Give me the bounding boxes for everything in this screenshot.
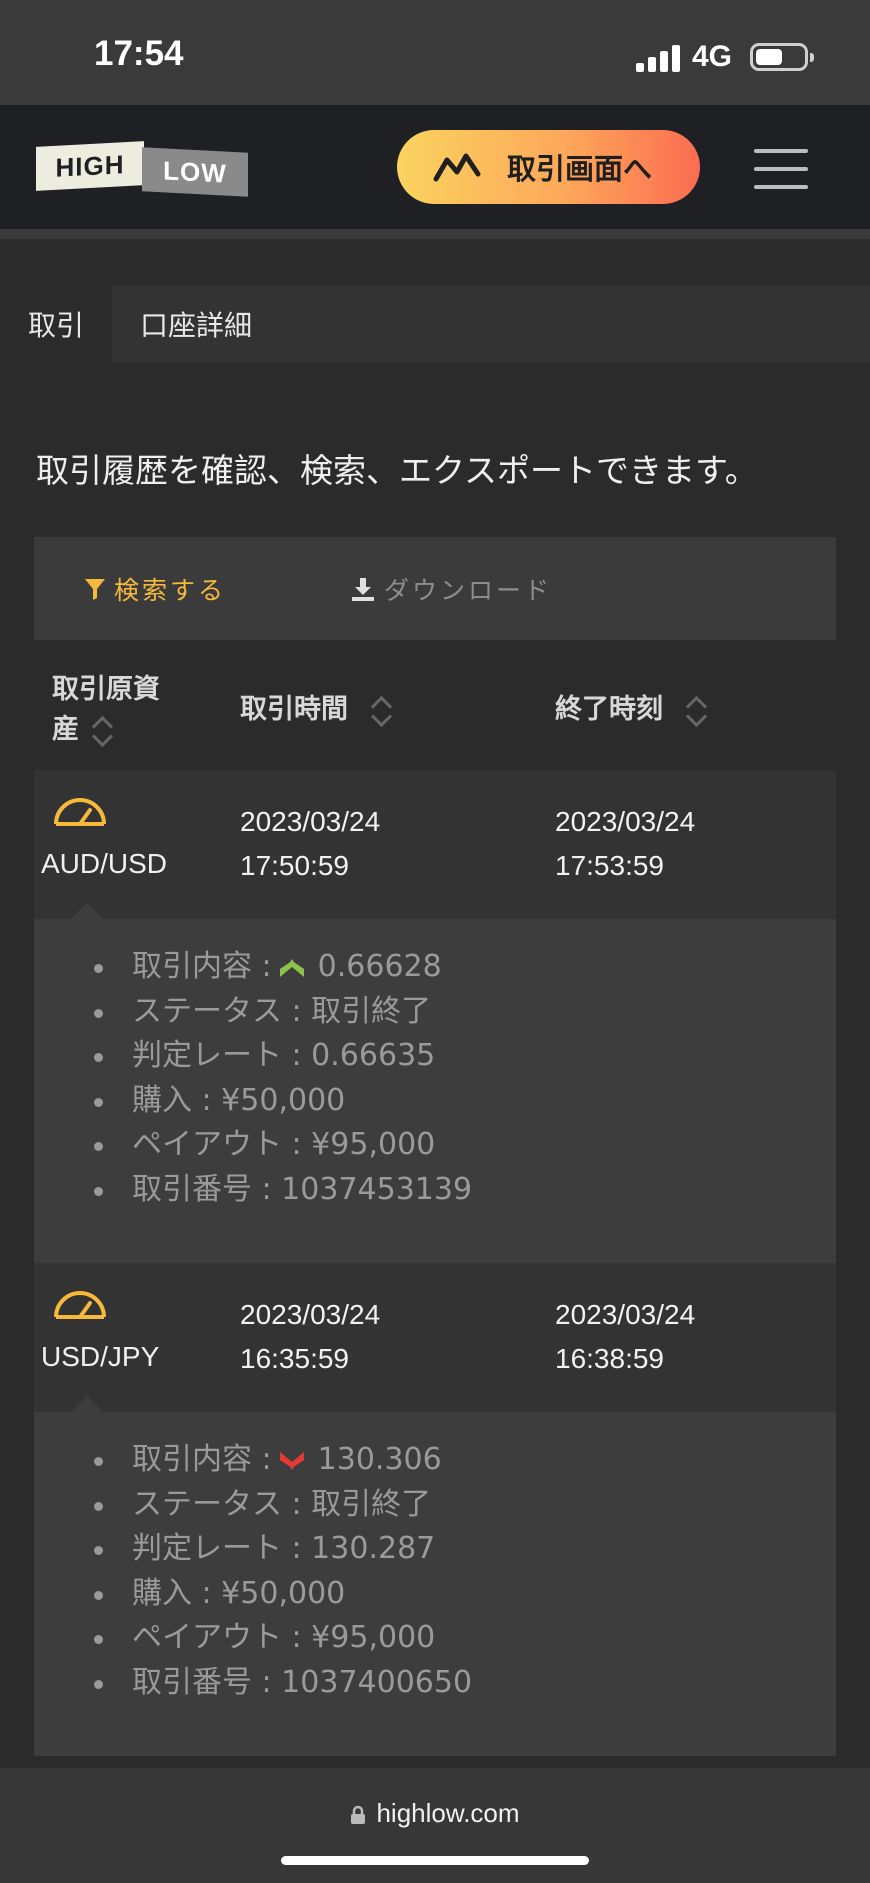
download-button[interactable]: ダウンロード [350,537,552,640]
table-row[interactable]: AUD/USD 2023/03/24 17:50:59 2023/03/24 17:… [34,770,836,920]
gauge-icon [54,1291,106,1319]
detail-status: ステータス : 取引終了 [94,990,472,1035]
column-asset[interactable]: 取引原資 産 [52,670,160,750]
end-time: 2023/03/24 16:38:59 [555,1299,696,1374]
page-description: 取引履歴を確認、検索、エクスポートできます。 [36,451,758,490]
detail-rate: 判定レート : 0.66635 [94,1034,472,1079]
highlow-logo[interactable]: HIGH LOW [36,140,248,197]
high-arrow-icon [279,958,304,977]
filter-icon [85,578,105,600]
column-end-time[interactable]: 終了時刻 [555,690,708,730]
search-button[interactable]: 検索する [84,537,226,640]
sort-icon[interactable] [682,693,708,729]
asset-name: AUD/USD [41,848,168,879]
detail-payout: ペイアウト : ¥95,000 [94,1123,472,1168]
status-time: 17:54 [94,34,184,73]
detail-payout: ペイアウト : ¥95,000 [94,1616,472,1661]
hamburger-menu-icon[interactable] [754,149,808,189]
trade-detail: 取引内容 :0.66628 ステータス : 取引終了 判定レート : 0.666… [34,919,836,1263]
battery-icon [750,43,814,71]
trade-time: 2023/03/24 16:35:59 [240,1299,381,1374]
detail-content: 取引内容 :130.306 [94,1438,472,1483]
download-icon [352,577,374,601]
detail-purchase: 購入 : ¥50,000 [94,1079,472,1124]
history-toolbar: 検索する ダウンロード [34,537,836,640]
detail-rate: 判定レート : 130.287 [94,1527,472,1572]
expanded-caret [70,1396,104,1413]
detail-content: 取引内容 :0.66628 [94,945,472,990]
header-divider [0,229,870,239]
lock-icon [351,1805,366,1825]
browser-address-bar[interactable]: highlow.com [0,1768,870,1883]
sort-icon[interactable] [367,693,393,729]
sort-icon[interactable] [88,713,114,749]
network-type: 4G [692,40,733,73]
home-indicator[interactable] [281,1856,589,1865]
trade-screen-label: 取引画面へ [507,152,653,186]
site-header: HIGH LOW 取引画面へ [0,105,870,229]
detail-number: 取引番号 : 1037400650 [94,1661,472,1706]
status-bar: 17:54 4G [0,0,870,105]
table-header: 取引原資 産 取引時間 終了時刻 [34,640,836,770]
url-display[interactable]: highlow.com [0,1798,870,1829]
chart-line-icon [433,153,481,182]
trade-detail: 取引内容 :130.306 ステータス : 取引終了 判定レート : 130.2… [34,1412,836,1756]
tab-bar: 取引 口座詳細 [0,285,870,362]
low-arrow-icon [279,1451,304,1470]
signal-icon [636,44,682,72]
table-row[interactable]: USD/JPY 2023/03/24 16:35:59 2023/03/24 16:… [34,1263,836,1413]
trade-screen-button[interactable]: 取引画面へ [397,130,700,204]
tab-account-details[interactable]: 口座詳細 [140,285,252,362]
tab-trades[interactable]: 取引 [0,285,112,362]
column-trade-time[interactable]: 取引時間 [240,690,393,730]
detail-number: 取引番号 : 1037453139 [94,1168,472,1213]
asset-name: USD/JPY [41,1341,160,1372]
end-time: 2023/03/24 17:53:59 [555,806,696,881]
gauge-icon [54,798,106,826]
detail-status: ステータス : 取引終了 [94,1483,472,1528]
expanded-caret [70,903,104,920]
trade-time: 2023/03/24 17:50:59 [240,806,381,881]
detail-purchase: 購入 : ¥50,000 [94,1572,472,1617]
